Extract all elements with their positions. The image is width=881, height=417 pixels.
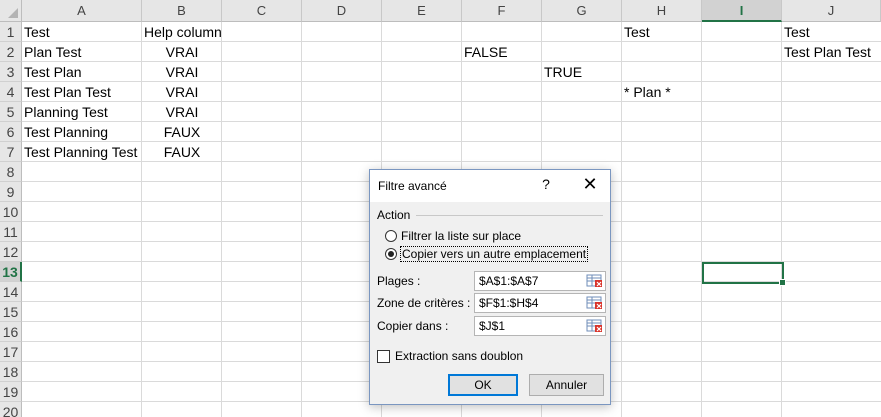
column-header-B[interactable]: B (142, 0, 222, 22)
row-header-14[interactable]: 14 (0, 282, 22, 302)
dialog-titlebar[interactable]: Filtre avancé ? ✕ (370, 170, 610, 202)
action-group-label: Action (377, 208, 411, 222)
cell-B5[interactable]: VRAI (142, 102, 222, 122)
cell-A1[interactable]: Test (22, 22, 52, 42)
cell-A2[interactable]: Plan Test (22, 42, 83, 62)
row-header-7[interactable]: 7 (0, 142, 22, 162)
criteria-collapse-icon[interactable] (586, 295, 604, 311)
unique-records-checkbox[interactable] (377, 349, 390, 363)
active-cell-I13[interactable] (702, 262, 784, 284)
column-header-I[interactable]: I (702, 0, 782, 22)
cell-B4[interactable]: VRAI (142, 82, 222, 102)
range-collapse-icon[interactable] (586, 273, 604, 289)
cell-B7[interactable]: FAUX (142, 142, 222, 162)
row-header-3[interactable]: 3 (0, 62, 22, 82)
select-all-corner[interactable] (0, 0, 22, 22)
range-label: Plages : (377, 274, 421, 288)
row-header-4[interactable]: 4 (0, 82, 22, 102)
ok-button[interactable]: OK (448, 374, 518, 396)
row-header-17[interactable]: 17 (0, 342, 22, 362)
cell-H1[interactable]: Test (622, 22, 652, 42)
row-header-8[interactable]: 8 (0, 162, 22, 182)
row-header-12[interactable]: 12 (0, 242, 22, 262)
row-header-2[interactable]: 2 (0, 42, 22, 62)
cancel-button[interactable]: Annuler (529, 374, 604, 396)
advanced-filter-dialog: Filtre avancé ? ✕ Action Filtrer la list… (369, 169, 611, 405)
range-input[interactable]: $A$1:$A$7 (474, 271, 606, 291)
row-header-6[interactable]: 6 (0, 122, 22, 142)
cell-J1[interactable]: Test (782, 22, 812, 42)
row-header-5[interactable]: 5 (0, 102, 22, 122)
row-header-16[interactable]: 16 (0, 322, 22, 342)
copy-to-value: $J$1 (479, 319, 506, 333)
unique-records-option[interactable]: Extraction sans doublon (377, 348, 523, 364)
column-header-D[interactable]: D (302, 0, 382, 22)
copy-to-label: Copier dans : (377, 319, 449, 333)
copy-to-collapse-icon[interactable] (586, 318, 604, 334)
dialog-title: Filtre avancé (378, 179, 447, 193)
cell-A3[interactable]: Test Plan (22, 62, 84, 82)
cell-F2[interactable]: FALSE (462, 42, 510, 62)
column-header-J[interactable]: J (782, 0, 881, 22)
row-header-11[interactable]: 11 (0, 222, 22, 242)
row-header-1[interactable]: 1 (0, 22, 22, 42)
row-header-19[interactable]: 19 (0, 382, 22, 402)
option-filter-label: Filtrer la liste sur place (401, 229, 522, 243)
radio-copy-to-location[interactable] (385, 248, 397, 260)
cell-J2[interactable]: Test Plan Test (782, 42, 873, 62)
cell-A5[interactable]: Planning Test (22, 102, 110, 122)
cell-B2[interactable]: VRAI (142, 42, 222, 62)
criteria-label: Zone de critères : (377, 296, 471, 310)
cell-B3[interactable]: VRAI (142, 62, 222, 82)
column-header-C[interactable]: C (222, 0, 302, 22)
row-header-20[interactable]: 20 (0, 402, 22, 417)
cell-B1[interactable]: Help column (142, 22, 224, 42)
row-header-9[interactable]: 9 (0, 182, 22, 202)
cell-A4[interactable]: Test Plan Test (22, 82, 113, 102)
copy-to-input[interactable]: $J$1 (474, 316, 606, 336)
cell-G3[interactable]: TRUE (542, 62, 584, 82)
close-button[interactable]: ✕ (578, 174, 602, 195)
column-header-F[interactable]: F (462, 0, 542, 22)
cell-B6[interactable]: FAUX (142, 122, 222, 142)
row-header-15[interactable]: 15 (0, 302, 22, 322)
option-copy-to-location[interactable]: Copier vers un autre emplacement (385, 245, 589, 263)
option-filter-in-place[interactable]: Filtrer la liste sur place (385, 227, 521, 245)
row-header-10[interactable]: 10 (0, 202, 22, 222)
cell-A7[interactable]: Test Planning Test (22, 142, 139, 162)
column-header-E[interactable]: E (382, 0, 462, 22)
fill-handle[interactable] (779, 279, 786, 286)
option-copy-label: Copier vers un autre emplacement (399, 246, 589, 262)
column-header-G[interactable]: G (542, 0, 622, 22)
cell-A6[interactable]: Test Planning (22, 122, 110, 142)
criteria-input[interactable]: $F$1:$H$4 (474, 293, 606, 313)
cell-H4[interactable]: * Plan * (622, 82, 673, 102)
row-header-13[interactable]: 13 (0, 262, 22, 282)
column-header-H[interactable]: H (622, 0, 702, 22)
row-header-18[interactable]: 18 (0, 362, 22, 382)
criteria-value: $F$1:$H$4 (479, 296, 539, 310)
radio-filter-in-place[interactable] (385, 230, 397, 242)
range-value: $A$1:$A$7 (479, 274, 539, 288)
column-header-A[interactable]: A (22, 0, 142, 22)
unique-records-label: Extraction sans doublon (395, 349, 524, 363)
help-button[interactable]: ? (536, 176, 556, 192)
action-group-divider (416, 215, 603, 216)
